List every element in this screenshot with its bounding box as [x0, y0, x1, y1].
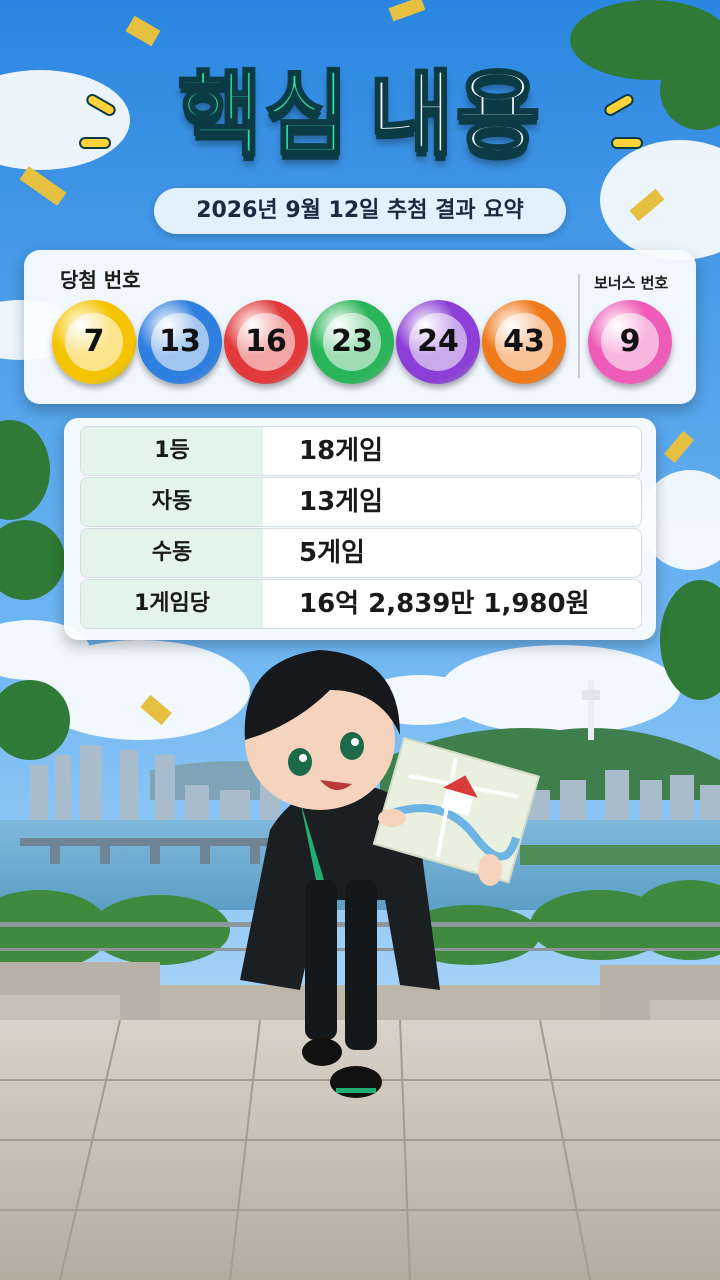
- row-value: 16억 2,839만 1,980원: [299, 589, 590, 619]
- table-row: 수동 5게임: [80, 528, 642, 578]
- row-label: 수동: [81, 529, 263, 577]
- row-label: 1게임당: [81, 580, 263, 628]
- row-label: 자동: [81, 478, 263, 526]
- row-value: 5게임: [299, 538, 365, 568]
- number-ball: 23: [310, 300, 394, 384]
- draw-date-subtitle: 2026년 9월 12일 추첨 결과 요약: [154, 188, 566, 234]
- number-ball: 16: [224, 300, 308, 384]
- bonus-divider: [578, 274, 580, 378]
- number-ball: 13: [138, 300, 222, 384]
- number-ball: 7: [52, 300, 136, 384]
- page-title: 핵심 내용: [176, 60, 543, 170]
- table-row: 1게임당 16억 2,839만 1,980원: [80, 579, 642, 629]
- winning-numbers-card: 당첨 번호 보너스 번호 7 13 16 23 24 43 9: [24, 250, 696, 404]
- row-value: 18게임: [299, 436, 384, 466]
- title-part-1: 핵심: [176, 60, 351, 170]
- title-part-2: 내용: [367, 60, 543, 170]
- row-value: 13게임: [299, 487, 384, 517]
- prize-summary-table: 1등 18게임 자동 13게임 수동 5게임 1게임당 16억 2,839만 1…: [64, 418, 656, 640]
- headline: 핵심 내용: [0, 60, 720, 170]
- bonus-number-label: 보너스 번호: [594, 274, 669, 292]
- winning-numbers-label: 당첨 번호: [60, 268, 141, 292]
- table-row: 1등 18게임: [80, 426, 642, 476]
- number-ball: 43: [482, 300, 566, 384]
- table-row: 자동 13게임: [80, 477, 642, 527]
- row-label: 1등: [81, 427, 263, 475]
- number-ball: 24: [396, 300, 480, 384]
- bonus-number-ball: 9: [588, 300, 672, 384]
